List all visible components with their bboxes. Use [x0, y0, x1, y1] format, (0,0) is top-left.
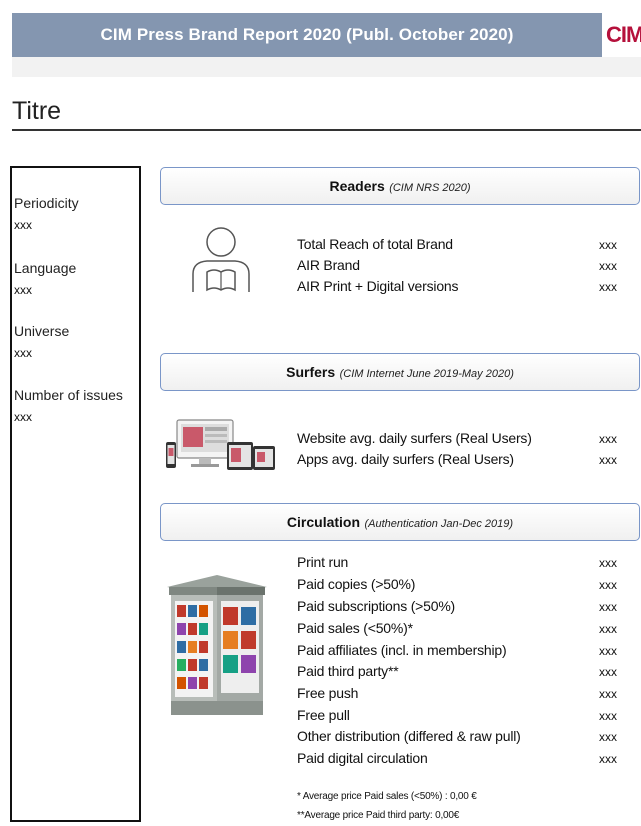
- universe-label: Universe: [14, 323, 70, 339]
- periodicity-value: xxx: [14, 218, 32, 232]
- circulation-header: Circulation (Authentication Jan-Dec 2019…: [160, 503, 640, 541]
- circulation-row-label: Paid digital circulation: [297, 750, 428, 766]
- devices-icon: [166, 419, 275, 470]
- surfers-subtitle: (CIM Internet June 2019-May 2020): [339, 368, 514, 380]
- circulation-row-value: xxx: [599, 730, 617, 744]
- surfers-row-value: xxx: [599, 432, 617, 446]
- periodicity-label: Periodicity: [14, 195, 79, 211]
- report-title: CIM Press Brand Report 2020 (Publ. Octob…: [100, 25, 514, 44]
- title-divider: [12, 129, 641, 131]
- surfers-header: Surfers (CIM Internet June 2019-May 2020…: [160, 353, 640, 391]
- circulation-row-label: Paid third party**: [297, 663, 399, 679]
- language-label: Language: [14, 260, 77, 276]
- circulation-subtitle: (Authentication Jan-Dec 2019): [364, 518, 514, 530]
- issues-value: xxx: [14, 410, 32, 424]
- readers-row-value: xxx: [599, 280, 617, 294]
- readers-row-label: Total Reach of total Brand: [297, 236, 453, 252]
- circulation-row-value: xxx: [599, 600, 617, 614]
- footnote-third-party: **Average price Paid third party: 0,00€: [297, 810, 460, 821]
- logo-text: CIM: [606, 22, 641, 47]
- circulation-row-label: Paid copies (>50%): [297, 576, 416, 592]
- circulation-row-label: Paid affiliates (incl. in membership): [297, 642, 507, 658]
- header-bar: CIM Press Brand Report 2020 (Publ. Octob…: [12, 13, 641, 57]
- circulation-row-value: xxx: [599, 556, 617, 570]
- circulation-row-label: Other distribution (differed & raw pull): [297, 728, 521, 744]
- circulation-row-value: xxx: [599, 622, 617, 636]
- circulation-row-value: xxx: [599, 752, 617, 766]
- circulation-row-label: Free push: [297, 685, 359, 701]
- cim-logo: CIM: [602, 13, 641, 57]
- circulation-row-value: xxx: [599, 578, 617, 592]
- page-title: Titre: [12, 97, 62, 125]
- readers-header: Readers (CIM NRS 2020): [160, 167, 640, 205]
- newsstand-icon: [167, 575, 267, 715]
- surfers-title: Surfers: [286, 364, 336, 380]
- readers-row-label: AIR Print + Digital versions: [297, 278, 459, 294]
- issues-label: Number of issues: [14, 387, 123, 403]
- surfers-row-label: Website avg. daily surfers (Real Users): [297, 430, 532, 446]
- circulation-row-label: Free pull: [297, 707, 350, 723]
- circulation-row-value: xxx: [599, 687, 617, 701]
- readers-title: Readers: [329, 178, 385, 194]
- circulation-title: Circulation: [286, 514, 361, 530]
- reader-icon: [192, 227, 250, 292]
- readers-subtitle: (CIM NRS 2020): [389, 182, 471, 194]
- info-sidebar: Periodicity xxx Language xxx Universe xx…: [10, 166, 141, 822]
- readers-row-label: AIR Brand: [297, 257, 360, 273]
- circulation-row-label: Print run: [297, 554, 349, 570]
- language-value: xxx: [14, 283, 32, 297]
- readers-row-value: xxx: [599, 259, 617, 273]
- footnote-paid-sales: * Average price Paid sales (<50%) : 0,00…: [297, 791, 477, 802]
- surfers-row-label: Apps avg. daily surfers (Real Users): [297, 451, 514, 467]
- circulation-row-label: Paid subscriptions (>50%): [297, 598, 456, 614]
- circulation-row-value: xxx: [599, 665, 617, 679]
- universe-value: xxx: [14, 346, 32, 360]
- surfers-row-value: xxx: [599, 453, 617, 467]
- readers-row-value: xxx: [599, 238, 617, 252]
- header-band: [12, 57, 641, 77]
- circulation-row-value: xxx: [599, 709, 617, 723]
- circulation-row-value: xxx: [599, 644, 617, 658]
- circulation-row-label: Paid sales (<50%)*: [297, 620, 413, 636]
